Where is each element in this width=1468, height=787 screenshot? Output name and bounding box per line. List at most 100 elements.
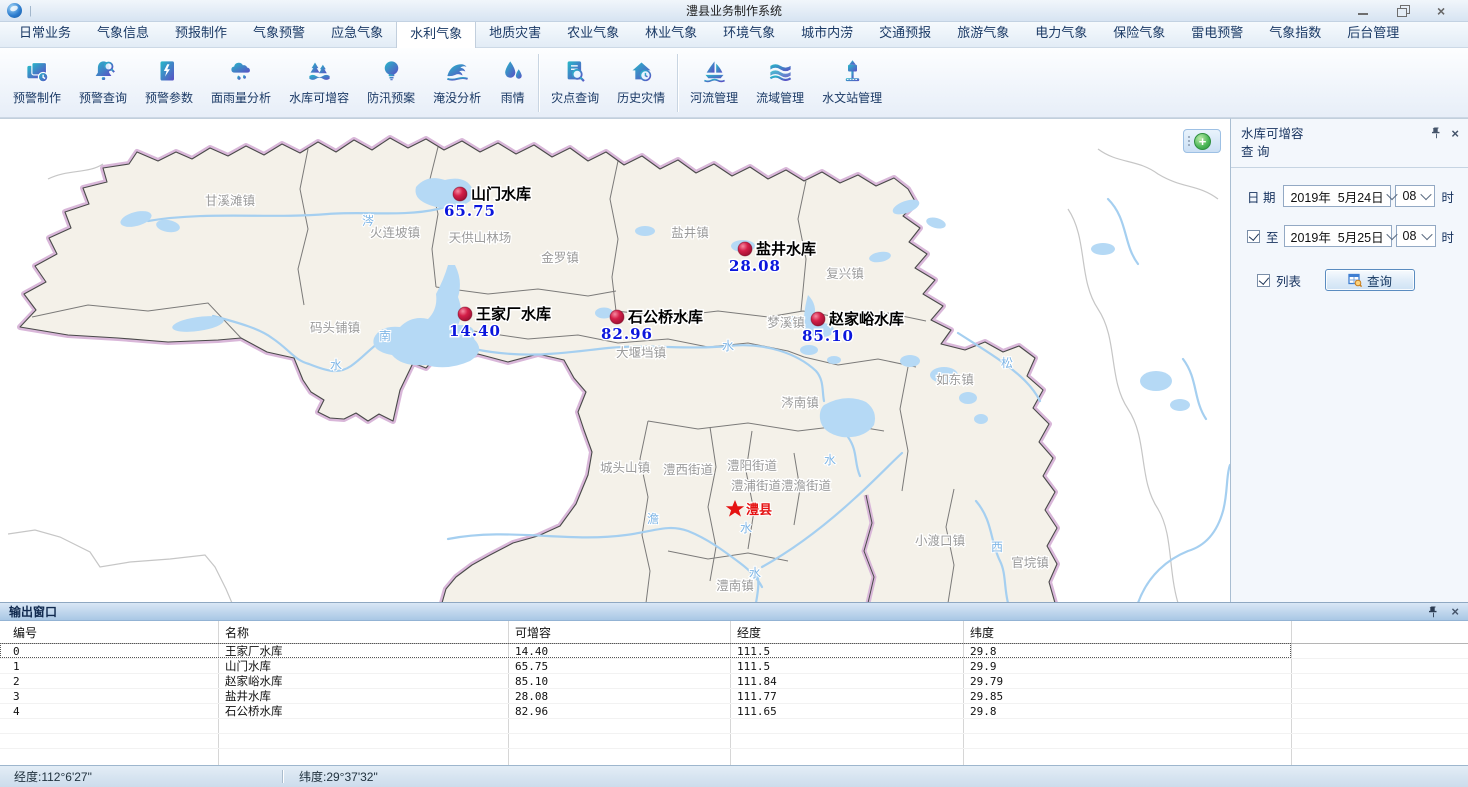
toolbar-button-rain-condition[interactable]: 雨情: [490, 52, 535, 114]
zoom-in-button[interactable]: +: [1194, 133, 1211, 150]
menu-item-11[interactable]: 交通预报: [866, 18, 944, 47]
menu-item-0[interactable]: 日常业务: [6, 18, 84, 47]
disaster-query-icon: [562, 56, 589, 87]
chevron-down-icon: [1421, 229, 1432, 240]
pin-icon[interactable]: [1432, 127, 1441, 139]
reservoir-marker-group[interactable]: [811, 312, 825, 326]
minimize-button[interactable]: [1357, 5, 1370, 17]
longitude-readout: 经度:112°6'27": [14, 768, 282, 785]
menu-item-7[interactable]: 农业气象: [554, 18, 632, 47]
panel-close-icon[interactable]: ×: [1451, 128, 1459, 139]
toolbar-button-flood-analysis[interactable]: 淹没分析: [424, 52, 490, 114]
toolbar-button-warning-query[interactable]: 预警查询: [70, 52, 136, 114]
reservoir-marker-icon[interactable]: [458, 307, 472, 321]
history-disaster-icon: [628, 56, 655, 87]
reservoir-marker-group[interactable]: [453, 187, 467, 201]
table-cell: 2: [0, 675, 218, 688]
output-column-header: 经度: [730, 624, 963, 641]
menu-item-13[interactable]: 电力气象: [1022, 18, 1100, 47]
menu-item-17[interactable]: 后台管理: [1334, 18, 1412, 47]
toolbar-button-warning-param[interactable]: 预警参数: [136, 52, 202, 114]
toolbar-button-reservoir-capacity[interactable]: 水库可增容: [280, 52, 358, 114]
town-label: 金罗镇: [541, 250, 579, 265]
menu-item-9[interactable]: 环境气象: [710, 18, 788, 47]
hour-to-select[interactable]: 08: [1396, 225, 1436, 247]
county-map[interactable]: 甘溪滩镇火连坡镇天供山林场金罗镇盐井镇复兴镇梦溪镇码头铺镇大堰垱镇涔南镇如东镇城…: [8, 119, 1230, 602]
toolbar-button-area-rain[interactable]: 面雨量分析: [202, 52, 280, 114]
reservoir-name-label: 山门水库: [471, 185, 531, 203]
menu-item-1[interactable]: 气象信息: [84, 18, 162, 47]
river-name-label: 西: [991, 540, 1003, 554]
menu-item-15[interactable]: 雷电预警: [1178, 18, 1256, 47]
river-name-label: 澹: [647, 512, 659, 526]
output-column-header: 纬度: [963, 624, 1291, 641]
menu-item-4[interactable]: 应急气象: [318, 18, 396, 47]
reservoir-marker-group[interactable]: [610, 310, 624, 324]
output-column-header: 名称: [218, 624, 508, 641]
table-row[interactable]: 1山门水库65.75111.529.9: [0, 659, 1468, 674]
date-from-select[interactable]: 2019年 5月24日: [1283, 185, 1391, 207]
window-title: 澧县业务制作系统: [0, 2, 1468, 19]
toolbar-button-history-disaster[interactable]: 历史灾情: [608, 52, 674, 114]
query-button[interactable]: 查询: [1325, 269, 1415, 291]
close-button[interactable]: ×: [1437, 5, 1450, 17]
panel-title-line2: 查 询: [1241, 144, 1458, 162]
table-row[interactable]: 2赵家峪水库85.10111.8429.79: [0, 674, 1468, 689]
table-cell: 111.5: [730, 660, 963, 673]
menu-item-5[interactable]: 水利气象: [396, 18, 476, 48]
menu-item-8[interactable]: 林业气象: [632, 18, 710, 47]
menu-item-3[interactable]: 气象预警: [240, 18, 318, 47]
menu-item-16[interactable]: 气象指数: [1256, 18, 1334, 47]
menu-bar: 日常业务气象信息预报制作气象预警应急气象水利气象地质灾害农业气象林业气象环境气象…: [0, 22, 1468, 48]
menu-item-12[interactable]: 旅游气象: [944, 18, 1022, 47]
reservoir-marker-icon[interactable]: [738, 242, 752, 256]
reservoir-marker-icon[interactable]: [610, 310, 624, 324]
toolbar-button-hydro-station[interactable]: 水文站管理: [813, 52, 891, 114]
to-date-checkbox[interactable]: [1247, 230, 1260, 243]
toolbar-button-basin-management[interactable]: 流域管理: [747, 52, 813, 114]
town-label: 澧澹街道: [781, 479, 832, 493]
flood-plan-icon: [378, 56, 405, 87]
reservoir-marker-icon[interactable]: [453, 187, 467, 201]
reservoir-name-label: 石公桥水库: [627, 308, 703, 326]
warning-query-icon: [90, 56, 117, 87]
river-name-label: 水: [749, 566, 761, 580]
hour-from-select[interactable]: 08: [1395, 185, 1435, 207]
reservoir-value-label: 85.10: [802, 327, 854, 345]
toolbar-button-flood-plan[interactable]: 防汛预案: [358, 52, 424, 114]
menu-item-6[interactable]: 地质灾害: [476, 18, 554, 47]
toolbar-button-river-management[interactable]: 河流管理: [681, 52, 747, 114]
drag-grip-icon[interactable]: [1188, 136, 1190, 146]
river-name-label: 水: [740, 521, 752, 535]
output-close-icon[interactable]: ×: [1451, 606, 1459, 617]
reservoir-marker-group[interactable]: [458, 307, 472, 321]
panel-divider: [1231, 167, 1468, 168]
table-row[interactable]: 4石公桥水库82.96111.6529.8: [0, 704, 1468, 719]
table-row[interactable]: 3盐井水库28.08111.7729.85: [0, 689, 1468, 704]
town-label: 官垸镇: [1011, 555, 1049, 570]
menu-item-2[interactable]: 预报制作: [162, 18, 240, 47]
reservoir-query-panel: 水库可增容 查 询 × 日 期 2019年 5月24日 08 时: [1230, 118, 1468, 602]
menu-item-14[interactable]: 保险气象: [1100, 18, 1178, 47]
pin-icon[interactable]: [1429, 606, 1438, 618]
town-label: 梦溪镇: [767, 316, 805, 330]
town-label: 天供山林场: [449, 231, 512, 245]
table-cell: 111.5: [730, 645, 963, 658]
map-canvas[interactable]: 甘溪滩镇火连坡镇天供山林场金罗镇盐井镇复兴镇梦溪镇码头铺镇大堰垱镇涔南镇如东镇城…: [0, 118, 1230, 602]
date-label: 日 期: [1247, 187, 1275, 206]
reservoir-marker-icon[interactable]: [811, 312, 825, 326]
list-checkbox[interactable]: [1257, 274, 1270, 287]
table-row[interactable]: 0王家厂水库14.40111.529.8: [0, 644, 1468, 659]
table-cell: 石公桥水库: [218, 703, 508, 719]
county-seat-label: 澧县: [746, 502, 772, 517]
map-zoom-control: +: [1183, 129, 1221, 153]
toolbar-button-disaster-query[interactable]: 灾点查询: [542, 52, 608, 114]
toolbar-button-warning-make[interactable]: 预警制作: [4, 52, 70, 114]
menu-item-10[interactable]: 城市内涝: [788, 18, 866, 47]
toolbar: 预警制作预警查询预警参数面雨量分析水库可增容防汛预案淹没分析雨情灾点查询历史灾情…: [0, 48, 1468, 118]
table-cell: 盐井水库: [218, 688, 508, 704]
town-label: 澧阳街道: [727, 459, 778, 473]
date-to-select[interactable]: 2019年 5月25日: [1284, 225, 1392, 247]
restore-button[interactable]: [1397, 5, 1410, 17]
reservoir-marker-group[interactable]: [738, 242, 752, 256]
